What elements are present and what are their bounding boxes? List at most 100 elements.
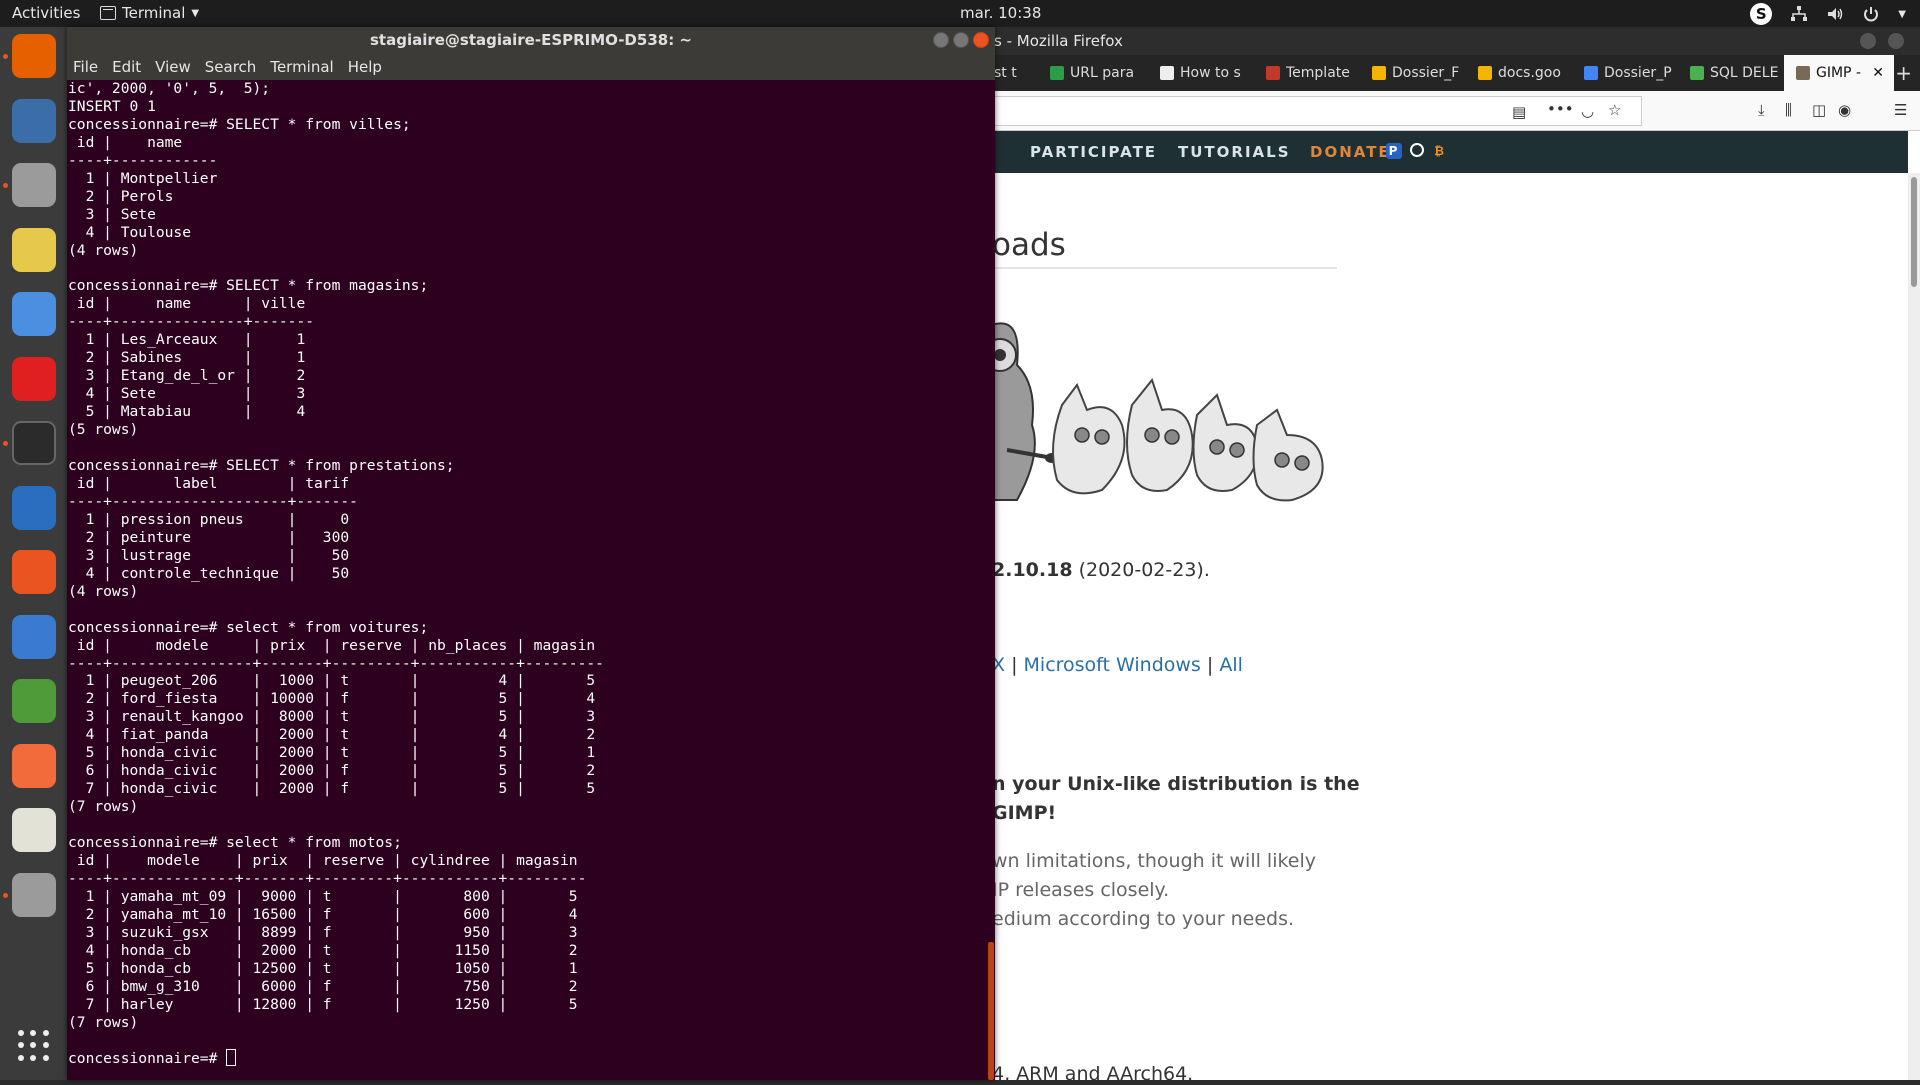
terminal-line: ----+--------------------+------- [68, 492, 358, 510]
dock-spring-tools-icon[interactable] [12, 679, 56, 723]
firefox-titlebar[interactable]: s - Mozilla Firefox [992, 27, 1920, 55]
bitcoin-icon[interactable]: ₿ [1432, 143, 1448, 159]
terminal-line: 4 | honda_cb | 2000 | t | 1150 | 2 [68, 941, 578, 959]
terminal-line: 4 | Sete | 3 [68, 385, 306, 403]
volume-icon[interactable] [1826, 5, 1844, 23]
terminal-line: id | label | tarif [68, 474, 358, 492]
bookmark-star-icon[interactable]: ☆ [1608, 101, 1621, 119]
browser-tab[interactable]: GIMP - ✕ [1784, 55, 1894, 91]
gimp-mascot-illustration [992, 322, 1324, 502]
activities-button[interactable]: Activities [12, 4, 80, 22]
dock-rhythmbox-icon[interactable] [12, 227, 56, 272]
system-tray[interactable]: S ▼ [1750, 3, 1906, 25]
dock-files-icon[interactable] [12, 163, 56, 207]
app-menu[interactable]: Terminal ▼ [100, 4, 199, 22]
dock-postman-icon[interactable] [12, 743, 56, 788]
url-bar[interactable]: ▤ ••• ◡ ☆ [992, 96, 1642, 126]
minimize-button[interactable] [933, 32, 949, 48]
terminal-line: 3 | renault_kangoo | 8000 | t | 5 | 3 [68, 708, 596, 726]
new-tab-button[interactable]: + [1895, 61, 1912, 85]
tab-favicon-icon [1690, 66, 1704, 80]
terminal-line: (4 rows) [68, 241, 139, 259]
menu-item-file[interactable]: File [73, 54, 98, 80]
dock-firefox-icon[interactable] [12, 34, 56, 78]
close-button[interactable] [973, 32, 989, 48]
dock-terminal-icon[interactable] [12, 421, 56, 465]
terminal-scrollbar[interactable] [988, 942, 994, 1080]
grid-dot [30, 1030, 37, 1036]
browser-tab[interactable]: Template [1254, 55, 1360, 91]
tab-favicon-icon [1160, 66, 1174, 80]
nav-participate[interactable]: PARTICIPATE [1030, 143, 1157, 161]
site-header: PARTICIPATE TUTORIALS DONATE P ₿ [992, 131, 1908, 173]
pocket-icon[interactable]: ◡ [1581, 102, 1594, 120]
menu-item-view[interactable]: View [155, 54, 191, 80]
nav-donate[interactable]: DONATE [1310, 143, 1391, 161]
browser-tab[interactable]: How to s [1148, 55, 1254, 91]
close-button[interactable] [1888, 33, 1904, 49]
terminal-menubar: File Edit View Search Terminal Help [67, 54, 995, 80]
paypal-icon[interactable]: P [1386, 143, 1402, 159]
dock-thunderbird-icon[interactable] [12, 98, 56, 143]
page-scrollbar[interactable] [1908, 173, 1920, 1080]
tab-strip: st t URL para How to s Template Dossier_F doc… [992, 55, 1920, 91]
reader-view-icon[interactable]: ▤ [1512, 103, 1526, 121]
minimize-button[interactable] [1860, 33, 1876, 49]
os-link-all[interactable]: All [1219, 654, 1243, 676]
account-icon[interactable]: ◉ [1838, 101, 1851, 119]
os-link-windows[interactable]: Microsoft Windows [1024, 654, 1201, 676]
clock[interactable]: mar. 10:38 [960, 4, 1041, 22]
browser-tab[interactable]: docs.goo [1466, 55, 1572, 91]
menu-item-help[interactable]: Help [348, 54, 382, 80]
dock-libreoffice-writer-icon[interactable] [12, 485, 56, 530]
dock-text-editor-icon[interactable] [12, 808, 56, 852]
grid-dot [18, 1030, 24, 1036]
menu-item-search[interactable]: Search [205, 54, 257, 80]
terminal-line: 2 | Sabines | 1 [68, 349, 306, 367]
firefox-window[interactable]: s - Mozilla Firefox st t URL para How to s… [992, 27, 1920, 1085]
sidebar-icon[interactable]: ◫ [1812, 101, 1826, 119]
menu-icon[interactable]: ☰ [1894, 101, 1907, 119]
power-icon[interactable] [1862, 5, 1880, 23]
scrollbar-thumb[interactable] [1911, 177, 1917, 287]
terminal-window[interactable]: stagiaire@stagiaire-ESPRIMO-D538: ~ File… [67, 27, 995, 1080]
terminal-line: ----+---------------+------- [68, 313, 315, 331]
dock-chromium-icon[interactable] [12, 292, 56, 336]
maximize-button[interactable] [953, 32, 969, 48]
chevron-down-icon[interactable]: ▼ [1898, 9, 1906, 20]
browser-tab[interactable]: Dossier_P [1572, 55, 1678, 91]
dock-help-icon[interactable] [12, 614, 56, 659]
terminal-line: 7 | honda_civic | 2000 | f | 5 | 5 [68, 780, 596, 798]
terminal-line: 3 | Sete [68, 205, 156, 223]
dock-software-center-icon[interactable] [12, 550, 56, 594]
page-actions-icon[interactable]: ••• [1547, 100, 1574, 118]
close-tab-icon[interactable]: ✕ [1872, 65, 1884, 81]
liberapay-icon[interactable] [1410, 143, 1424, 157]
terminal-line: 3 | Etang_de_l_or | 2 [68, 367, 306, 385]
grid-dot [42, 1054, 49, 1061]
terminal-line: concessionnaire=# SELECT * from prestati… [68, 457, 455, 475]
show-applications-icon[interactable] [18, 1030, 50, 1062]
grid-dot [30, 1042, 37, 1049]
nav-tutorials[interactable]: TUTORIALS [1178, 143, 1291, 161]
browser-tab[interactable]: SQL DELE [1678, 55, 1784, 91]
grid-dot [18, 1042, 24, 1049]
terminal-line: concessionnaire=# SELECT * from villes; [68, 115, 411, 133]
terminal-titlebar[interactable]: stagiaire@stagiaire-ESPRIMO-D538: ~ [67, 27, 995, 54]
dock-files-2-icon[interactable] [12, 872, 56, 917]
terminal-line: ----+------------ [68, 151, 218, 169]
library-icon[interactable]: ⫼ [1785, 101, 1792, 119]
browser-tab[interactable]: URL para [1038, 55, 1148, 91]
browser-tab[interactable]: st t [992, 55, 1038, 91]
skype-icon[interactable]: S [1750, 3, 1773, 25]
dock-youtube-music-icon[interactable] [12, 356, 56, 401]
downloads-icon[interactable]: ⤓ [1758, 101, 1765, 119]
network-icon[interactable] [1790, 5, 1808, 23]
menu-item-edit[interactable]: Edit [112, 54, 141, 80]
browser-tab[interactable]: Dossier_F [1360, 55, 1466, 91]
terminal-line: 1 | pression pneus | 0 [68, 510, 350, 528]
terminal-output[interactable]: ic', 2000, '0', 5, 5); INSERT 0 1 concessi… [67, 80, 995, 1080]
terminal-prompt-line[interactable]: concessionnaire=# [68, 1049, 995, 1067]
menu-item-terminal[interactable]: Terminal [270, 54, 333, 80]
